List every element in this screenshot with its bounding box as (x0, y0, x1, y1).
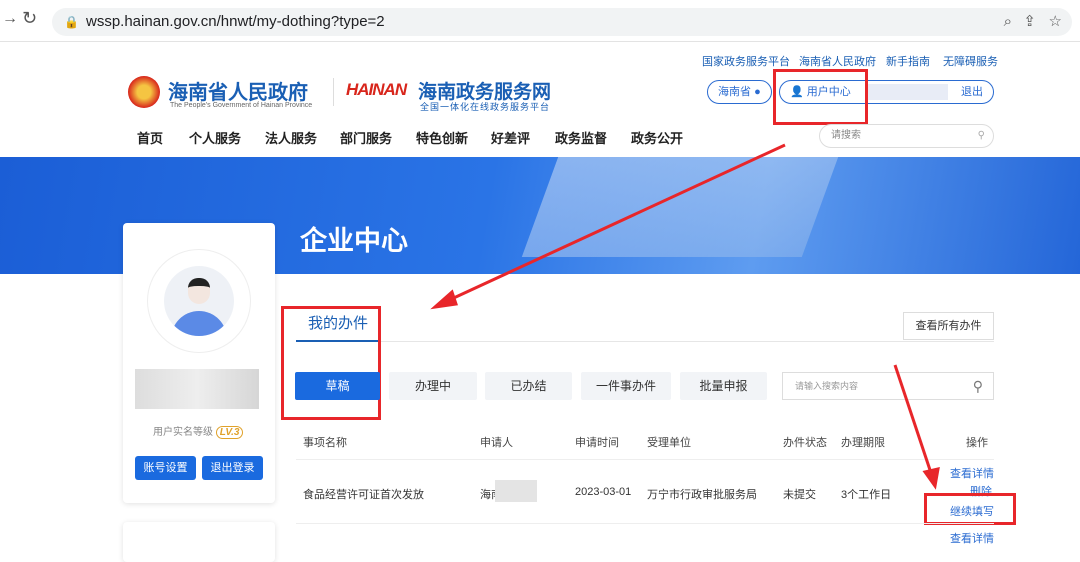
annotation-arrows (430, 143, 940, 490)
